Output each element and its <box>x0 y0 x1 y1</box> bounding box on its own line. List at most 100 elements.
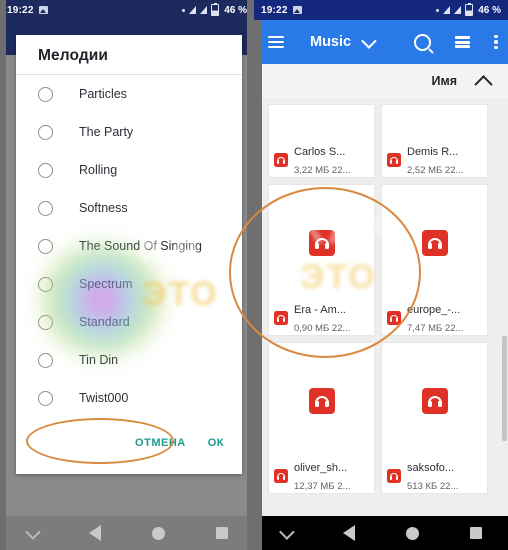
music-file-icon <box>308 230 335 256</box>
left-status-bar: 19:22 46 % <box>0 0 254 20</box>
file-meta: 2,52 МБ 22... <box>407 165 464 176</box>
nav-hide-keyboard-button[interactable] <box>254 523 318 540</box>
ringtone-item[interactable]: Rolling <box>16 151 242 189</box>
ringtone-label: Twist000 <box>79 391 129 405</box>
ringtone-list[interactable]: Particles The Party Rolling Softness The… <box>16 75 242 426</box>
list-view-icon[interactable] <box>455 36 470 48</box>
ringtone-label: Rolling <box>79 163 118 177</box>
ringtone-item[interactable]: Particles <box>16 75 242 113</box>
ok-button[interactable]: ОК <box>208 437 224 449</box>
file-tile-footer: Era - Am... 0,90 МБ 22... <box>269 301 374 335</box>
ringtone-label: The Sound Of Singing <box>79 239 202 253</box>
file-name: oliver_sh... <box>294 462 348 474</box>
nav-back-button[interactable] <box>64 525 128 541</box>
ringtone-label: Standard <box>79 315 130 329</box>
radio-button-icon[interactable] <box>38 200 53 216</box>
nav-recents-button[interactable] <box>445 527 508 539</box>
file-artwork <box>269 343 374 459</box>
vertical-scrollbar[interactable] <box>502 336 507 441</box>
nav-hide-keyboard-button[interactable] <box>0 523 64 540</box>
battery-icon <box>211 3 220 16</box>
file-meta: 12,37 МБ 2... <box>294 481 351 492</box>
file-tile[interactable]: Era - Am... 0,90 МБ 22... <box>268 184 375 336</box>
music-file-icon <box>421 388 448 414</box>
chevron-down-icon[interactable] <box>361 32 377 49</box>
signal-icon-2 <box>454 6 462 14</box>
signal-icon-1 <box>443 6 451 14</box>
radio-button-icon[interactable] <box>38 276 53 292</box>
file-artwork <box>269 185 374 301</box>
dot-icon <box>436 8 440 12</box>
radio-button-icon[interactable] <box>38 314 53 330</box>
status-time: 19:22 <box>261 4 288 16</box>
radio-button-icon[interactable] <box>38 390 53 406</box>
file-name: saksofo... <box>407 462 455 474</box>
ringtone-item[interactable]: Tin Din <box>16 341 242 379</box>
battery-percent: 46 % <box>224 4 247 16</box>
file-tile[interactable]: saksofo... 513 КБ 22... <box>381 342 488 494</box>
file-meta: 3,22 МБ 22... <box>294 165 351 176</box>
dialog-actions: ОТМЕНА ОК <box>16 426 242 474</box>
file-text: Demis R... 2,52 МБ 22... <box>407 142 463 178</box>
hamburger-icon[interactable] <box>268 36 284 48</box>
status-icons: 46 % <box>436 3 501 16</box>
ringtone-item[interactable]: Softness <box>16 189 242 227</box>
file-tile[interactable]: europe_-... 7,47 МБ 22... <box>381 184 488 336</box>
left-phone-screenshot: 19:22 46 % КАК ЭТО Мелодии Particles The… <box>0 0 254 550</box>
recents-square-icon <box>470 527 483 539</box>
nav-home-button[interactable] <box>127 526 191 540</box>
file-text: europe_-... 7,47 МБ 22... <box>407 300 463 336</box>
file-name: Era - Am... <box>294 304 346 316</box>
file-tile-footer: europe_-... 7,47 МБ 22... <box>382 301 487 335</box>
radio-button-icon[interactable] <box>38 124 53 140</box>
file-text: saksofo... 513 КБ 22... <box>407 458 458 494</box>
overflow-menu-icon[interactable] <box>494 34 498 50</box>
back-triangle-icon <box>89 525 102 541</box>
file-tile-footer: saksofo... 513 КБ 22... <box>382 459 487 493</box>
image-icon <box>292 6 302 14</box>
status-time: 19:22 <box>7 4 34 16</box>
file-manager-screen: Music Имя Carlos S... 3,22 МБ 22... Demi… <box>254 20 508 550</box>
ringtone-item[interactable]: The Sound Of Singing <box>16 227 242 265</box>
nav-recents-button[interactable] <box>191 527 255 539</box>
nav-home-button[interactable] <box>381 526 445 540</box>
ringtone-picker-dialog: Мелодии Particles The Party Rolling Soft… <box>16 35 242 474</box>
screenshot-stage: 19:22 46 % КАК ЭТО Мелодии Particles The… <box>0 0 508 550</box>
file-text: Era - Am... 0,90 МБ 22... <box>294 300 350 336</box>
left-phone-bezel-left <box>0 0 6 550</box>
file-name: Demis R... <box>407 146 459 158</box>
chevron-down-icon <box>25 523 41 540</box>
music-file-icon <box>387 311 401 325</box>
ringtone-item[interactable]: Spectrum <box>16 265 242 303</box>
radio-button-icon[interactable] <box>38 352 53 368</box>
radio-button-icon[interactable] <box>38 238 53 254</box>
file-meta: 7,47 МБ 22... <box>407 323 464 334</box>
ringtone-label: Tin Din <box>79 353 119 367</box>
music-file-icon <box>387 469 401 483</box>
cancel-button[interactable]: ОТМЕНА <box>135 437 186 449</box>
ringtone-label: The Party <box>79 125 134 139</box>
music-file-icon <box>274 153 288 167</box>
music-file-icon <box>274 469 288 483</box>
nav-back-button[interactable] <box>318 525 382 541</box>
back-triangle-icon <box>343 525 356 541</box>
radio-button-icon[interactable] <box>38 86 53 102</box>
sort-bar[interactable]: Имя <box>254 64 508 98</box>
ringtone-item[interactable]: Standard <box>16 303 242 341</box>
file-tile[interactable]: Demis R... 2,52 МБ 22... <box>381 104 488 178</box>
add-ringtone-row[interactable]: Добавить <box>16 417 242 426</box>
radio-button-icon[interactable] <box>38 162 53 178</box>
dialog-title: Мелодии <box>38 47 109 64</box>
file-tile[interactable]: oliver_sh... 12,37 МБ 2... <box>268 342 375 494</box>
ringtone-label: Spectrum <box>79 277 133 291</box>
file-tile-footer: Carlos S... 3,22 МБ 22... <box>269 143 374 177</box>
ringtone-item[interactable]: The Party <box>16 113 242 151</box>
sort-label: Имя <box>431 74 457 88</box>
right-phone-screenshot: 19:22 46 % Music Имя Carlos S... 3,22 МБ… <box>254 0 508 550</box>
file-name: Carlos S... <box>294 146 346 158</box>
chevron-up-icon[interactable] <box>474 74 493 94</box>
ringtone-item[interactable]: Twist000 <box>16 379 242 417</box>
file-tile[interactable]: Carlos S... 3,22 МБ 22... <box>268 104 375 178</box>
search-icon[interactable] <box>414 33 431 51</box>
file-tile-footer: oliver_sh... 12,37 МБ 2... <box>269 459 374 493</box>
